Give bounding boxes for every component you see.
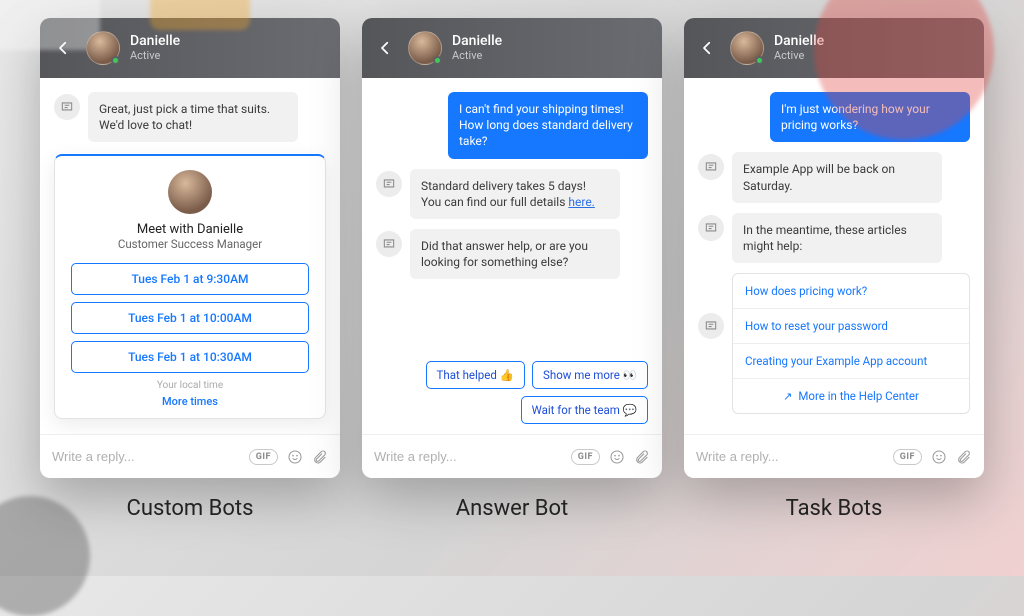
composer: GIF	[684, 434, 984, 478]
time-slot-button[interactable]: Tues Feb 1 at 9:30AM	[71, 263, 309, 295]
card-title: Meet with Danielle	[71, 222, 309, 237]
bot-message-text: Standard delivery takes 5 days! You can …	[421, 179, 586, 209]
quick-reply-helped[interactable]: That helped 👍	[426, 361, 526, 389]
external-link-icon: ↗	[783, 390, 792, 403]
panel-caption-task-bots: Task Bots	[684, 496, 984, 521]
agent-avatar[interactable]	[408, 31, 442, 65]
card-avatar	[168, 170, 212, 214]
help-center-label: More in the Help Center	[798, 389, 919, 403]
more-times-link[interactable]: More times	[71, 395, 309, 408]
composer: GIF	[362, 434, 662, 478]
help-center-link[interactable]: ↗ More in the Help Center	[733, 379, 969, 413]
article-link[interactable]: Creating your Example App account	[733, 344, 969, 379]
back-icon[interactable]	[698, 39, 716, 57]
quick-reply-show-more[interactable]: Show me more 👀	[532, 361, 648, 389]
quick-reply-wait[interactable]: Wait for the team 💬	[521, 396, 648, 424]
bot-avatar-icon	[54, 94, 80, 120]
bot-message: Example App will be back on Saturday.	[732, 152, 942, 202]
meeting-card: Meet with Danielle Customer Success Mana…	[54, 154, 326, 419]
bot-message-row: Example App will be back on Saturday.	[698, 152, 970, 202]
agent-status: Active	[130, 49, 180, 62]
panel-caption-custom-bots: Custom Bots	[40, 496, 340, 521]
user-message: I can't find your shipping times! How lo…	[448, 92, 648, 159]
bot-avatar-icon	[376, 231, 402, 257]
agent-name: Danielle	[452, 34, 502, 49]
timezone-note: Your local time	[71, 380, 309, 391]
bot-message-row: Standard delivery takes 5 days! You can …	[376, 169, 648, 219]
reply-input[interactable]	[374, 449, 571, 464]
composer: GIF	[40, 434, 340, 478]
presence-indicator-icon	[755, 56, 764, 65]
article-link[interactable]: How to reset your password	[733, 309, 969, 344]
bot-message: Great, just pick a time that suits. We'd…	[88, 92, 298, 142]
agent-status: Active	[452, 49, 502, 62]
agent-avatar[interactable]	[730, 31, 764, 65]
agent-avatar[interactable]	[86, 31, 120, 65]
time-slot-button[interactable]: Tues Feb 1 at 10:00AM	[71, 302, 309, 334]
bot-avatar-icon	[698, 215, 724, 241]
emoji-icon[interactable]	[287, 449, 303, 465]
attachment-icon[interactable]	[634, 449, 650, 465]
article-link[interactable]: How does pricing work?	[733, 274, 969, 309]
emoji-icon[interactable]	[931, 449, 947, 465]
emoji-icon[interactable]	[609, 449, 625, 465]
card-subtitle: Customer Success Manager	[71, 237, 309, 251]
reply-input[interactable]	[696, 449, 893, 464]
gif-icon[interactable]: GIF	[249, 449, 278, 465]
gif-icon[interactable]: GIF	[571, 449, 600, 465]
bot-message: Standard delivery takes 5 days! You can …	[410, 169, 620, 219]
bot-message-row: Did that answer help, or are you looking…	[376, 229, 648, 279]
bot-avatar-icon	[698, 313, 724, 339]
back-icon[interactable]	[376, 39, 394, 57]
time-slot-button[interactable]: Tues Feb 1 at 10:30AM	[71, 341, 309, 373]
bot-message: Did that answer help, or are you looking…	[410, 229, 620, 279]
bot-avatar-icon	[698, 154, 724, 180]
details-link[interactable]: here.	[568, 195, 594, 209]
presence-indicator-icon	[111, 56, 120, 65]
bot-message-row: In the meantime, these articles might he…	[698, 213, 970, 263]
bot-avatar-icon	[376, 171, 402, 197]
articles-row: How does pricing work? How to reset your…	[698, 273, 970, 414]
attachment-icon[interactable]	[956, 449, 972, 465]
chat-panel-answer-bot: Danielle Active I can't find your shippi…	[362, 18, 662, 478]
chat-panel-custom-bots: Danielle Active Great, just pick a time …	[40, 18, 340, 478]
reply-input[interactable]	[52, 449, 249, 464]
chat-header: Danielle Active	[362, 18, 662, 78]
gif-icon[interactable]: GIF	[893, 449, 922, 465]
panel-caption-answer-bot: Answer Bot	[362, 496, 662, 521]
bot-message: In the meantime, these articles might he…	[732, 213, 942, 263]
attachment-icon[interactable]	[312, 449, 328, 465]
bot-message-row: Great, just pick a time that suits. We'd…	[54, 92, 326, 142]
agent-name: Danielle	[130, 34, 180, 49]
presence-indicator-icon	[433, 56, 442, 65]
